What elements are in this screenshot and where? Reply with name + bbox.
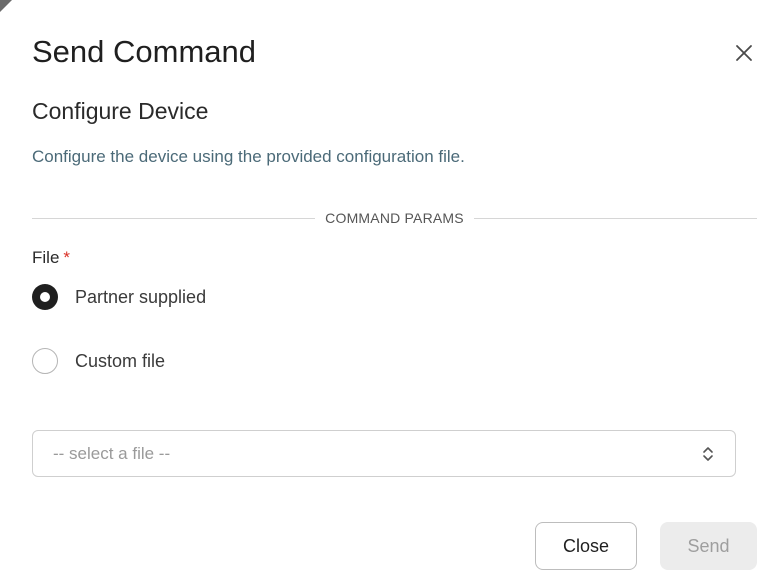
send-button[interactable]: Send: [660, 522, 757, 570]
dialog-title: Send Command: [32, 34, 257, 69]
section-label: COMMAND PARAMS: [325, 210, 464, 226]
required-marker: *: [63, 248, 71, 267]
radio-dot: [40, 292, 50, 302]
command-name: Configure Device: [32, 98, 209, 124]
radio-option-partner-supplied[interactable]: Partner supplied: [32, 283, 206, 311]
window-corner: [0, 0, 12, 12]
file-label-text: File: [32, 248, 60, 267]
close-icon[interactable]: [731, 40, 757, 66]
radio-checked[interactable]: [32, 284, 58, 310]
file-select[interactable]: -- select a file --: [32, 430, 736, 477]
command-description: Configure the device using the provided …: [32, 147, 465, 166]
chevron-up-down-icon: [701, 444, 715, 464]
file-select-value: -- select a file --: [53, 443, 171, 463]
section-divider: COMMAND PARAMS: [32, 207, 758, 229]
radio-label: Partner supplied: [75, 286, 207, 307]
radio-label: Custom file: [75, 350, 166, 371]
radio-option-custom-file[interactable]: Custom file: [32, 347, 165, 375]
send-command-dialog: Send Command Configure Device Configure …: [0, 0, 767, 587]
file-field-label: File *: [32, 247, 70, 269]
close-button[interactable]: Close: [535, 522, 637, 570]
radio-unchecked[interactable]: [32, 348, 58, 374]
divider-line-left: [32, 217, 316, 219]
close-icon-glyph: [736, 45, 752, 61]
divider-line-right: [473, 217, 758, 219]
